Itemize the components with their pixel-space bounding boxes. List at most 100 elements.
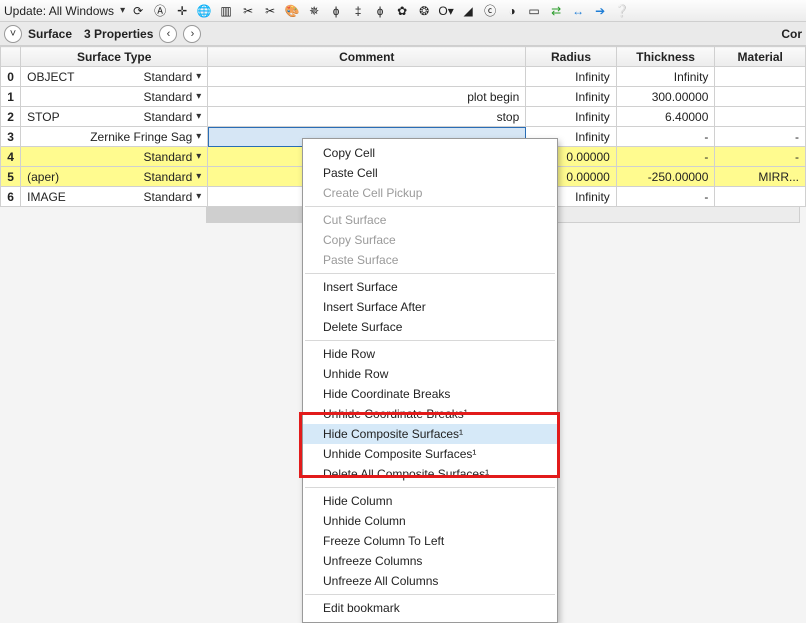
menu-item[interactable]: Copy Cell	[303, 143, 557, 163]
menu-item[interactable]: Unhide Composite Surfaces¹	[303, 444, 557, 464]
leaf-icon[interactable]: ✿	[393, 2, 411, 20]
page-icon[interactable]: ▭	[525, 2, 543, 20]
menu-item[interactable]: Unfreeze Columns	[303, 551, 557, 571]
menu-separator	[305, 340, 555, 341]
surface-type-cell[interactable]: Standard▾	[21, 147, 208, 167]
comment-cell[interactable]	[208, 67, 526, 87]
next-button[interactable]: ›	[183, 25, 201, 43]
menu-item[interactable]: Paste Cell	[303, 163, 557, 183]
chevron-down-icon[interactable]: ▾	[196, 131, 201, 142]
mouse-icon[interactable]: ⓒ	[481, 2, 499, 20]
menu-item[interactable]: Unhide Row	[303, 364, 557, 384]
phi2-icon[interactable]: ɸ	[371, 2, 389, 20]
update-dropdown-label[interactable]: Update: All Windows	[4, 4, 114, 18]
subbar-title-surface: Surface	[28, 27, 72, 41]
divide-icon[interactable]: ‡	[349, 2, 367, 20]
o-dropdown-icon[interactable]: O▾	[437, 2, 455, 20]
palette-icon[interactable]: 🎨	[283, 2, 301, 20]
col-header-comment[interactable]: Comment	[208, 47, 526, 67]
menu-item[interactable]: Edit bookmark	[303, 598, 557, 618]
row-index-cell[interactable]: 0	[1, 67, 21, 87]
surface-type-cell[interactable]: IMAGEStandard▾	[21, 187, 208, 207]
thickness-cell[interactable]: 300.00000	[616, 87, 715, 107]
radius-cell[interactable]: Infinity	[526, 107, 617, 127]
thickness-cell[interactable]: -	[616, 147, 715, 167]
surface-type-cell[interactable]: Standard▾	[21, 87, 208, 107]
menu-item[interactable]: Unfreeze All Columns	[303, 571, 557, 591]
bug-icon[interactable]: ✵	[305, 2, 323, 20]
material-cell[interactable]	[715, 107, 806, 127]
menu-item[interactable]: Insert Surface	[303, 277, 557, 297]
radius-cell[interactable]: Infinity	[526, 87, 617, 107]
thickness-cell[interactable]: 6.40000	[616, 107, 715, 127]
surface-type-value: Standard	[144, 110, 193, 124]
col-header-index[interactable]	[1, 47, 21, 67]
phi-icon[interactable]: ɸ	[327, 2, 345, 20]
surface-type-cell[interactable]: (aper)Standard▾	[21, 167, 208, 187]
menu-item[interactable]: Hide Row	[303, 344, 557, 364]
grid-header-row: Surface Type Comment Radius Thickness Ma…	[1, 47, 806, 67]
row-index-cell[interactable]: 6	[1, 187, 21, 207]
sync-icon[interactable]: ⇄	[547, 2, 565, 20]
row-index-cell[interactable]: 5	[1, 167, 21, 187]
radius-cell[interactable]: Infinity	[526, 67, 617, 87]
thickness-cell[interactable]: -	[616, 187, 715, 207]
slope-icon[interactable]: ◢	[459, 2, 477, 20]
dropdown-caret-icon[interactable]: ▾	[120, 5, 125, 16]
prev-button[interactable]: ‹	[159, 25, 177, 43]
material-cell[interactable]: MIRR...	[715, 167, 806, 187]
chevron-down-icon[interactable]: ▾	[196, 111, 201, 122]
row-index-cell[interactable]: 2	[1, 107, 21, 127]
chart-icon[interactable]: ▥	[217, 2, 235, 20]
toggle-icon[interactable]: ◑	[503, 2, 521, 20]
menu-item[interactable]: Hide Column	[303, 491, 557, 511]
comment-cell[interactable]: plot begin	[208, 87, 526, 107]
chevron-down-icon[interactable]: ▾	[196, 91, 201, 102]
menu-item[interactable]: Unhide Coordinate Breaks¹	[303, 404, 557, 424]
row-index-cell[interactable]: 3	[1, 127, 21, 147]
surface-type-cell[interactable]: OBJECTStandard▾	[21, 67, 208, 87]
row-index-cell[interactable]: 1	[1, 87, 21, 107]
menu-item[interactable]: Delete Surface	[303, 317, 557, 337]
help-icon[interactable]: ❔	[613, 2, 631, 20]
refresh-icon[interactable]: ⟳	[129, 2, 147, 20]
menu-item[interactable]: Freeze Column To Left	[303, 531, 557, 551]
cut2-icon[interactable]: ✂	[261, 2, 279, 20]
menu-item[interactable]: Hide Composite Surfaces¹	[303, 424, 557, 444]
menu-item[interactable]: Unhide Column	[303, 511, 557, 531]
row-index-cell[interactable]: 4	[1, 147, 21, 167]
comment-cell[interactable]: stop	[208, 107, 526, 127]
surface-type-cell[interactable]: STOPStandard▾	[21, 107, 208, 127]
chevron-down-icon[interactable]: ▾	[196, 171, 201, 182]
chevron-down-icon[interactable]: ▾	[196, 71, 201, 82]
chevron-down-icon[interactable]: ▾	[196, 191, 201, 202]
col-header-surface-type[interactable]: Surface Type	[21, 47, 208, 67]
cut-icon[interactable]: ✂	[239, 2, 257, 20]
arrow-r-icon[interactable]: ➔	[591, 2, 609, 20]
material-cell[interactable]	[715, 67, 806, 87]
expand-toggle-icon[interactable]: ˅	[4, 25, 22, 43]
menu-item[interactable]: Hide Coordinate Breaks	[303, 384, 557, 404]
chevron-down-icon[interactable]: ▾	[196, 151, 201, 162]
thickness-cell[interactable]: -250.00000	[616, 167, 715, 187]
material-cell[interactable]: -	[715, 147, 806, 167]
globe-icon[interactable]: 🌐	[195, 2, 213, 20]
crosshair-icon[interactable]: ✛	[173, 2, 191, 20]
material-cell[interactable]	[715, 187, 806, 207]
material-cell[interactable]	[715, 87, 806, 107]
globe2-icon[interactable]: ❂	[415, 2, 433, 20]
surface-type-cell[interactable]: Zernike Fringe Sag▾	[21, 127, 208, 147]
menu-item[interactable]: Insert Surface After	[303, 297, 557, 317]
menu-item: Create Cell Pickup	[303, 183, 557, 203]
material-cell[interactable]: -	[715, 127, 806, 147]
thickness-cell[interactable]: Infinity	[616, 67, 715, 87]
menu-item[interactable]: Delete All Composite Surfaces¹	[303, 464, 557, 484]
a-circle-icon[interactable]: Ⓐ	[151, 2, 169, 20]
col-header-radius[interactable]: Radius	[526, 47, 617, 67]
col-header-material[interactable]: Material	[715, 47, 806, 67]
subbar-title-properties: 3 Properties	[84, 27, 153, 41]
arrows-h-icon[interactable]: ↔	[569, 2, 587, 20]
col-header-thickness[interactable]: Thickness	[616, 47, 715, 67]
thickness-cell[interactable]: -	[616, 127, 715, 147]
table-row: 2STOPStandard▾stopInfinity6.40000	[1, 107, 806, 127]
